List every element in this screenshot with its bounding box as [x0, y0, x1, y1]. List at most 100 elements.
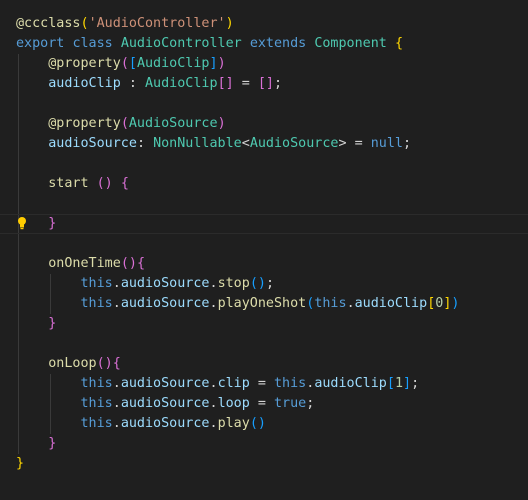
code-token: export [16, 36, 73, 51]
code-line-text: audioSource: NonNullable<AudioSource> = … [16, 134, 411, 154]
code-token: Component [314, 36, 395, 51]
code-token: NonNullable [153, 136, 242, 151]
code-token: ; [265, 276, 274, 291]
code-line[interactable]: @property([AudioClip]) [0, 54, 528, 74]
code-line[interactable]: } [0, 454, 528, 474]
code-token: 1 [394, 376, 403, 391]
code-token: = [249, 376, 274, 391]
code-token: class [72, 36, 121, 51]
code-token: this [80, 296, 113, 311]
code-line[interactable] [0, 234, 528, 254]
code-line[interactable]: this.audioSource.playOneShot(this.audioC… [0, 294, 528, 314]
code-token: audioSource [120, 276, 210, 291]
code-token: audioClip [48, 76, 121, 91]
code-token: this [80, 376, 113, 391]
code-line[interactable]: start () { [0, 174, 528, 194]
code-token: stop [217, 276, 250, 291]
code-line[interactable]: audioSource: NonNullable<AudioSource> = … [0, 134, 528, 154]
code-line-text: } [16, 314, 56, 334]
code-token: audioClip [354, 296, 428, 311]
code-token: > = [338, 136, 371, 151]
code-token: this [274, 376, 307, 391]
code-token: AudioSource [249, 136, 339, 151]
code-token: = [249, 396, 274, 411]
code-token: extends [249, 36, 315, 51]
code-token: { [112, 356, 121, 371]
code-line[interactable]: @ccclass('AudioController') [0, 14, 528, 34]
code-line[interactable] [0, 334, 528, 354]
code-line-text: @property([AudioClip]) [16, 54, 225, 74]
code-line[interactable]: onOneTime(){ [0, 254, 528, 274]
code-line[interactable]: @property(AudioSource) [0, 114, 528, 134]
code-token: audioSource [120, 416, 210, 431]
code-line[interactable]: this.audioSource.stop(); [0, 274, 528, 294]
code-token: ) [225, 16, 234, 31]
code-line-text: export class AudioController extends Com… [16, 34, 403, 54]
code-line[interactable]: audioClip : AudioClip[] = []; [0, 74, 528, 94]
code-token: playOneShot [217, 296, 307, 311]
code-token: onOneTime [48, 256, 121, 271]
code-token: audioSource [120, 296, 210, 311]
code-token: this [314, 296, 347, 311]
code-token: . [209, 276, 218, 291]
code-line[interactable] [0, 94, 528, 114]
code-line[interactable] [0, 194, 528, 214]
code-token: audioSource [120, 376, 210, 391]
code-line[interactable]: this.audioSource.clip = this.audioClip[1… [0, 374, 528, 394]
code-token: [ [128, 56, 137, 71]
code-token: } [48, 316, 57, 331]
code-token: ; [306, 396, 315, 411]
code-token: ] [403, 376, 412, 391]
code-token: ) [217, 116, 226, 131]
code-token: } [48, 436, 57, 451]
code-line[interactable] [0, 154, 528, 174]
code-token: ; [274, 76, 283, 91]
code-token: () [96, 356, 113, 371]
code-token: . [209, 416, 218, 431]
code-token: [ [386, 376, 395, 391]
code-line[interactable]: } [0, 214, 528, 234]
code-token: ; [411, 376, 420, 391]
code-token: true [274, 396, 307, 411]
code-token: loop [217, 396, 250, 411]
code-line[interactable]: } [0, 314, 528, 334]
code-token: 'AudioController' [88, 16, 226, 31]
code-token: { [136, 256, 145, 271]
code-token: @property [48, 116, 121, 131]
code-line[interactable]: export class AudioController extends Com… [0, 34, 528, 54]
code-token: onLoop [48, 356, 97, 371]
code-token: { [394, 36, 403, 51]
code-token: . [209, 296, 218, 311]
code-token: . [112, 376, 121, 391]
code-token: . [112, 276, 121, 291]
code-line-text: this.audioSource.clip = this.audioClip[1… [16, 374, 420, 394]
code-token: } [16, 456, 25, 471]
code-token: [] [217, 76, 234, 91]
code-token: . [209, 396, 218, 411]
code-line-text: } [16, 434, 56, 454]
code-line-text: audioClip : AudioClip[] = []; [16, 74, 282, 94]
code-line[interactable]: this.audioSource.play() [0, 414, 528, 434]
code-line[interactable]: } [0, 434, 528, 454]
code-token: ( [120, 56, 129, 71]
code-editor[interactable]: @ccclass('AudioController') export class … [0, 0, 528, 500]
code-line[interactable]: this.audioSource.loop = true; [0, 394, 528, 414]
code-token: . [112, 416, 121, 431]
code-line[interactable]: onLoop(){ [0, 354, 528, 374]
code-token: play [217, 416, 250, 431]
code-token: AudioClip [145, 76, 218, 91]
code-token: { [120, 176, 129, 191]
code-token: () [96, 176, 113, 191]
code-line-text: this.audioSource.play() [16, 414, 266, 434]
code-token: = [233, 76, 258, 91]
